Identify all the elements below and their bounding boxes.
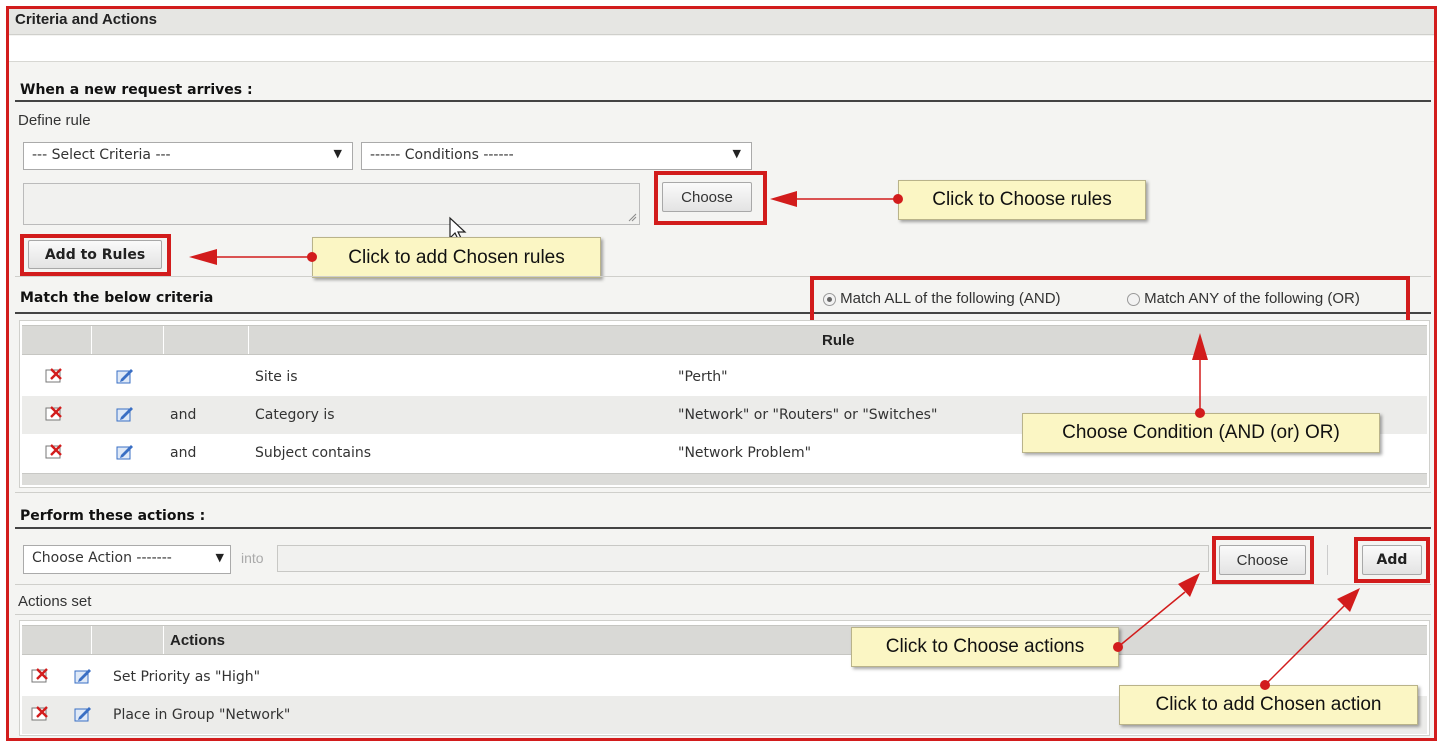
highlight-frame	[6, 6, 1437, 741]
